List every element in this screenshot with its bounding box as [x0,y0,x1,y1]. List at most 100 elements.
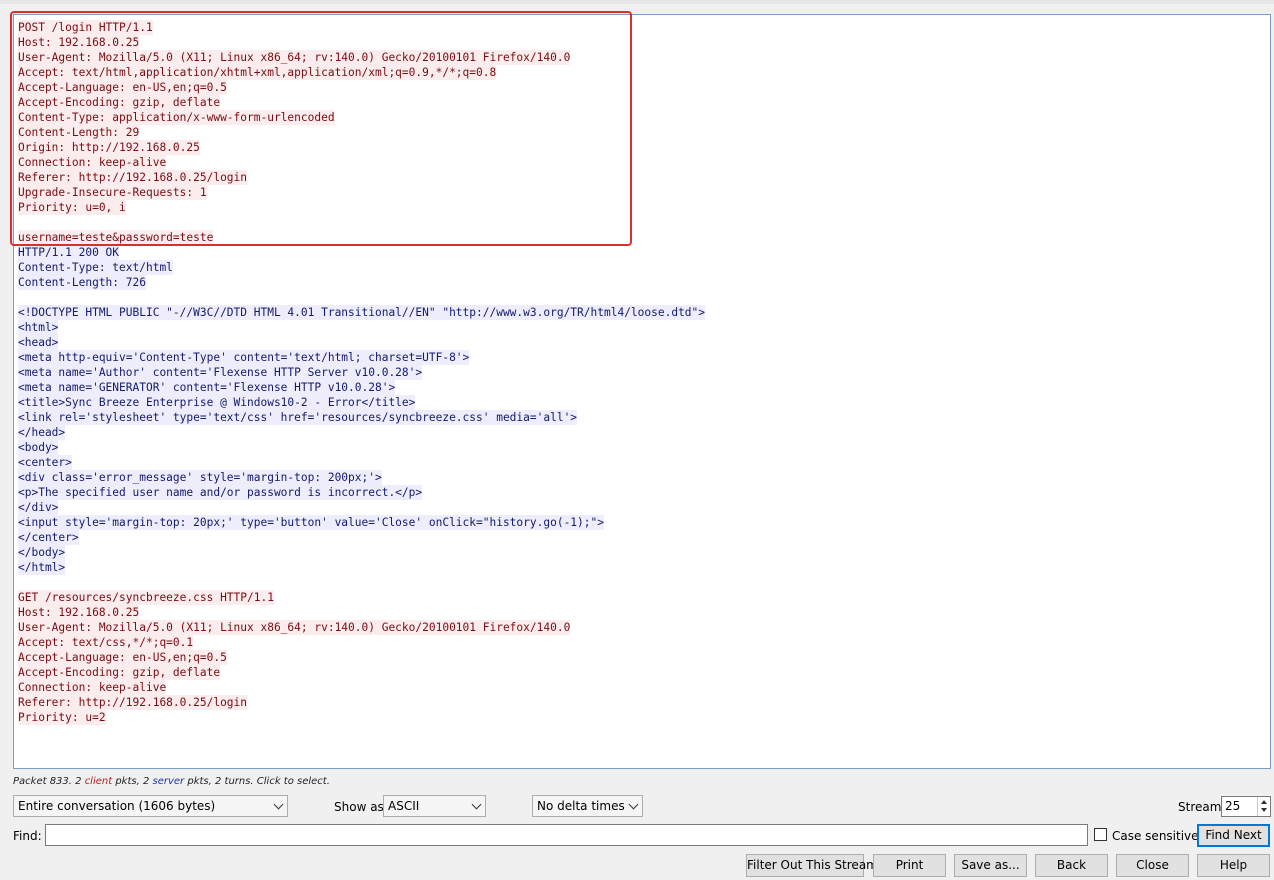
client-line: Host: 192.168.0.25 [18,605,705,620]
client-line: Accept-Language: en-US,en;q=0.5 [18,80,705,95]
line-text: Content-Type: text/html [18,260,173,275]
help-button[interactable]: Help [1197,854,1270,877]
client-line: Origin: http://192.168.0.25 [18,140,705,155]
find-label: Find: [13,829,42,843]
show-as-select-value: ASCII [388,799,420,813]
stream-label: Stream [1178,800,1222,814]
window-top-strip [0,0,1274,4]
server-line: <p>The specified user name and/or passwo… [18,485,705,500]
client-line: User-Agent: Mozilla/5.0 (X11; Linux x86_… [18,50,705,65]
server-line: </center> [18,530,705,545]
server-line: <input style='margin-top: 20px;' type='b… [18,515,705,530]
client-line: Upgrade-Insecure-Requests: 1 [18,185,705,200]
stream-number-spinbox[interactable]: 25 [1221,796,1271,817]
stream-content: POST /login HTTP/1.1 Host: 192.168.0.25 Us… [18,20,706,725]
spin-down-icon[interactable] [1261,808,1267,812]
line-text: Content-Length: 726 [18,275,146,290]
chevron-down-icon [628,799,639,810]
client-line: Accept-Language: en-US,en;q=0.5 [18,650,705,665]
line-text: Accept: text/html,application/xhtml+xml,… [18,65,497,80]
delta-times-select[interactable]: No delta times [532,795,643,817]
line-text: HTTP/1.1 200 OK [18,245,120,260]
server-line: <html> [18,320,705,335]
client-line: POST /login HTTP/1.1 [18,20,705,35]
client-line: Content-Length: 29 [18,125,705,140]
conversation-select[interactable]: Entire conversation (1606 bytes) [13,795,288,817]
line-text: POST /login HTTP/1.1 [18,20,153,35]
client-line: Accept: text/css,*/*;q=0.1 [18,635,705,650]
line-text: <!DOCTYPE HTML PUBLIC "-//W3C//DTD HTML … [18,305,706,320]
status-suffix: pkts, 2 turns. Click to select. [184,776,330,787]
stream-spin-buttons[interactable] [1257,797,1270,816]
line-text: <p>The specified user name and/or passwo… [18,485,423,500]
close-button[interactable]: Close [1116,854,1189,877]
server-line: </head> [18,425,705,440]
server-line: <head> [18,335,705,350]
back-button[interactable]: Back [1035,854,1108,877]
server-line: <link rel='stylesheet' type='text/css' h… [18,410,705,425]
line-text: <title>Sync Breeze Enterprise @ Windows1… [18,395,416,410]
line-text: Accept-Encoding: gzip, deflate [18,665,221,680]
spin-up-icon[interactable] [1261,800,1267,804]
line-text: Upgrade-Insecure-Requests: 1 [18,185,207,200]
client-line: Priority: u=0, i [18,200,705,215]
find-input[interactable] [45,824,1088,846]
line-text: User-Agent: Mozilla/5.0 (X11; Linux x86_… [18,50,571,65]
server-line: Content-Type: text/html [18,260,705,275]
line-text: GET /resources/syncbreeze.css HTTP/1.1 [18,590,274,605]
client-line: Priority: u=2 [18,710,705,725]
delta-times-select-value: No delta times [537,799,625,813]
case-sensitive-label[interactable]: Case sensitive [1112,829,1199,843]
client-line: Host: 192.168.0.25 [18,35,705,50]
line-text: Accept-Encoding: gzip, deflate [18,95,221,110]
line-text: Priority: u=0, i [18,200,126,215]
server-line: <center> [18,455,705,470]
server-line: <div class='error_message' style='margin… [18,470,705,485]
follow-stream-text-pane[interactable]: POST /login HTTP/1.1 Host: 192.168.0.25 Us… [13,14,1271,769]
status-server-word: server [152,776,185,787]
server-line: <title>Sync Breeze Enterprise @ Windows1… [18,395,705,410]
server-line [18,575,705,590]
line-text: Referer: http://192.168.0.25/login [18,695,248,710]
line-text: Accept-Language: en-US,en;q=0.5 [18,80,227,95]
client-line: Content-Type: application/x-www-form-url… [18,110,705,125]
server-line [18,290,705,305]
line-text: Content-Type: application/x-www-form-url… [18,110,335,125]
print-button[interactable]: Print [873,854,946,877]
line-text: </body> [18,545,66,560]
client-line: GET /resources/syncbreeze.css HTTP/1.1 [18,590,705,605]
chevron-down-icon [273,799,284,810]
client-line: Referer: http://192.168.0.25/login [18,170,705,185]
show-as-label: Show as [334,800,384,814]
line-text: Host: 192.168.0.25 [18,605,140,620]
packet-status-text[interactable]: Packet 833. 2 client pkts, 2 server pkts… [13,776,330,787]
server-line: <meta name='Author' content='Flexense HT… [18,365,705,380]
show-as-select[interactable]: ASCII [383,795,486,817]
server-line: </body> [18,545,705,560]
line-text: Origin: http://192.168.0.25 [18,140,200,155]
line-text: <div class='error_message' style='margin… [18,470,382,485]
find-next-button[interactable]: Find Next [1197,824,1270,847]
line-text: Connection: keep-alive [18,680,167,695]
line-text: <body> [18,440,59,455]
line-text: User-Agent: Mozilla/5.0 (X11; Linux x86_… [18,620,571,635]
case-sensitive-checkbox[interactable] [1094,828,1107,841]
server-line: </div> [18,500,705,515]
server-line: <meta http-equiv='Content-Type' content=… [18,350,705,365]
save-as-button[interactable]: Save as... [954,854,1027,877]
client-line: Connection: keep-alive [18,155,705,170]
line-text: </center> [18,530,79,545]
line-text: Accept: text/css,*/*;q=0.1 [18,635,194,650]
client-line: User-Agent: Mozilla/5.0 (X11; Linux x86_… [18,620,705,635]
line-text: <link rel='stylesheet' type='text/css' h… [18,410,578,425]
server-line: <!DOCTYPE HTML PUBLIC "-//W3C//DTD HTML … [18,305,706,320]
line-text: Host: 192.168.0.25 [18,35,140,50]
line-text: <meta name='Author' content='Flexense HT… [18,365,423,380]
status-prefix: Packet 833. 2 [13,776,85,787]
conversation-select-value: Entire conversation (1606 bytes) [18,799,216,813]
line-text: </html> [18,560,66,575]
line-text: <meta http-equiv='Content-Type' content=… [18,350,470,365]
filter-out-stream-button[interactable]: Filter Out This Stream [746,854,878,877]
client-line: username=teste&password=teste [18,230,705,245]
server-line: Content-Length: 726 [18,275,705,290]
